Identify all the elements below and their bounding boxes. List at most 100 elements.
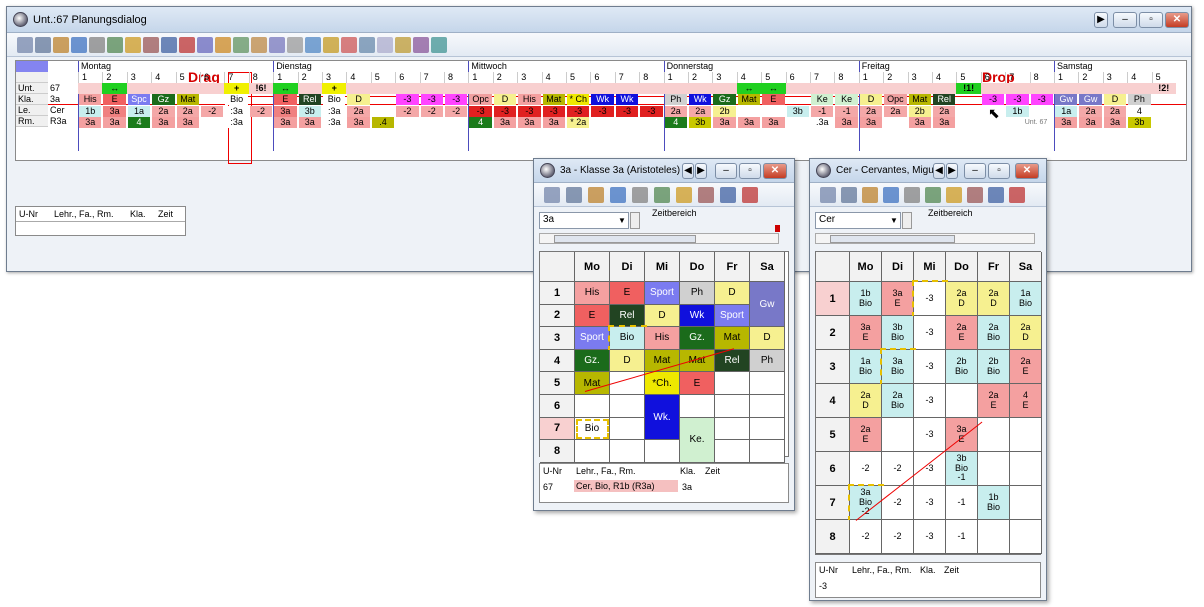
teacher-slot[interactable]: 3aE [882, 282, 914, 316]
toolbar-tool-icon[interactable] [720, 187, 736, 203]
teacher-timetable[interactable]: Mo Di Mi Do Fr Sa 1 1b Bio 3a E -3 2a D 2a D 1a Bio 2 3a E 3b… [815, 251, 1042, 555]
close-button[interactable]: ✕ [1165, 12, 1189, 28]
period-header[interactable]: 7 [1005, 72, 1029, 83]
teacher-day-header[interactable]: Mi [914, 252, 946, 282]
toolbar-tool-icon[interactable] [305, 37, 321, 53]
kla-cell[interactable]: Ph [1128, 94, 1151, 105]
kla-cell[interactable]: His [79, 94, 102, 105]
class-slot[interactable] [715, 372, 750, 395]
kla-cell[interactable] [250, 94, 272, 105]
period-header[interactable]: 1 [1054, 72, 1078, 83]
le-cell[interactable] [957, 106, 979, 117]
teacher-slot[interactable] [978, 452, 1010, 486]
period-header[interactable]: 7 [419, 72, 444, 83]
rm-cell[interactable]: 3a [1055, 117, 1078, 128]
rm-cell[interactable] [957, 117, 979, 128]
period-header[interactable]: 5 [566, 72, 590, 83]
class-slot[interactable]: E [610, 282, 645, 305]
period-header[interactable]: 2 [297, 72, 322, 83]
unt-cell[interactable] [200, 83, 225, 94]
teacher-slot[interactable] [1010, 418, 1042, 452]
unt-cell[interactable] [395, 83, 420, 94]
toolbar-tool-icon[interactable] [161, 37, 177, 53]
class-period-header[interactable]: 3 [540, 327, 575, 350]
teacher-minimize-button[interactable]: – [964, 163, 986, 179]
period-header[interactable]: 3 [517, 72, 541, 83]
teacher-slot[interactable] [978, 520, 1010, 554]
toolbar-tool-icon[interactable] [377, 37, 393, 53]
teacher-slot[interactable]: 3a Bio [880, 348, 916, 386]
unt-cell[interactable] [907, 83, 932, 94]
kla-cell[interactable]: E [762, 94, 785, 105]
toolbar-tool-icon[interactable] [71, 37, 87, 53]
kla-cell[interactable]: D [859, 94, 883, 105]
class-slot[interactable]: Sport [715, 304, 750, 328]
rm-cell[interactable] [396, 117, 418, 128]
le-cell[interactable] [982, 106, 1004, 117]
toolbar-tool-icon[interactable] [698, 187, 714, 203]
le-cell[interactable]: 2a [933, 106, 956, 117]
teacher-slot[interactable]: 2a D [978, 282, 1010, 316]
period-header[interactable]: 1 [273, 72, 297, 83]
rm-cell[interactable]: 4 [664, 117, 687, 128]
swap-marker[interactable]: ↔ [273, 83, 298, 94]
unt-cell[interactable] [810, 83, 835, 94]
toolbar-tool-icon[interactable] [676, 187, 692, 203]
class-scrollbar[interactable] [539, 233, 779, 244]
le-cell[interactable]: -2 [201, 106, 224, 117]
class-slot[interactable]: Gz. [680, 327, 715, 350]
period-header[interactable]: 6 [200, 72, 224, 83]
rm-cell[interactable]: 3b [1128, 117, 1151, 128]
teacher-slot[interactable]: 2a D [850, 384, 882, 418]
kla-cell[interactable]: Mat [542, 94, 565, 105]
period-header[interactable]: 2 [102, 72, 126, 83]
kla-cell[interactable]: Rel [298, 94, 321, 105]
day-header-don[interactable]: Donnerstag [663, 61, 859, 72]
le-cell[interactable]: -1 [835, 106, 858, 117]
toolbar-tool-icon[interactable] [946, 187, 962, 203]
period-header[interactable]: 3 [712, 72, 736, 83]
kla-cell[interactable]: Bio [225, 94, 248, 105]
teacher-period-header[interactable]: 6 [816, 452, 850, 486]
toolbar-tool-icon[interactable] [654, 187, 670, 203]
class-slot[interactable]: His [645, 327, 680, 350]
rm-cell[interactable]: 3a [79, 117, 102, 128]
le-cell[interactable]: 1b [1006, 106, 1029, 117]
class-slot[interactable]: Ph [750, 349, 785, 373]
period-header[interactable]: 5 [175, 72, 200, 83]
le-cell[interactable]: -3 [493, 106, 517, 117]
class-minimize-button[interactable]: – [715, 163, 737, 179]
toolbar-tool-icon[interactable] [632, 187, 648, 203]
kla-cell[interactable]: Gw [1055, 94, 1078, 105]
toolbar-tool-icon[interactable] [269, 37, 285, 53]
class-period-header[interactable]: 2 [540, 304, 575, 328]
period-header[interactable]: 8 [1029, 72, 1054, 83]
unt-cell[interactable] [980, 83, 1006, 94]
unt-cell[interactable] [883, 83, 908, 94]
unt-cell[interactable] [1005, 83, 1030, 94]
teacher-slot[interactable]: -1 [946, 520, 978, 554]
unt-cell[interactable] [370, 83, 396, 94]
conflict-marker[interactable]: !2! [1152, 83, 1176, 94]
teacher-slot[interactable]: 2a E [978, 384, 1010, 418]
rm-cell[interactable] [421, 117, 443, 128]
kla-cell[interactable]: Wk [689, 94, 712, 105]
unt-cell[interactable] [1127, 83, 1152, 94]
teacher-slot[interactable] [882, 418, 914, 452]
kla-cell[interactable]: * Ch [567, 94, 590, 105]
next-icon[interactable]: ▶ [695, 163, 707, 179]
plus-marker[interactable]: + [322, 83, 347, 94]
kla-cell[interactable]: Mat [176, 94, 199, 105]
teacher-slot[interactable]: -2 [882, 520, 914, 554]
toolbar-tool-icon[interactable] [413, 37, 429, 53]
kla-cell[interactable] [640, 94, 662, 105]
le-cell[interactable]: -2 [249, 106, 273, 117]
teacher-slot[interactable] [946, 384, 978, 418]
teacher-slot[interactable]: 3b Bio -1 [946, 452, 978, 486]
le-cell[interactable]: 2a [689, 106, 712, 117]
rm-cell[interactable]: 3a [762, 117, 785, 128]
toolbar-tool-icon[interactable] [1009, 187, 1025, 203]
rm-cell[interactable]: 3a [152, 117, 175, 128]
toolbar-tool-icon[interactable] [883, 187, 899, 203]
toolbar-tool-icon[interactable] [820, 187, 836, 203]
